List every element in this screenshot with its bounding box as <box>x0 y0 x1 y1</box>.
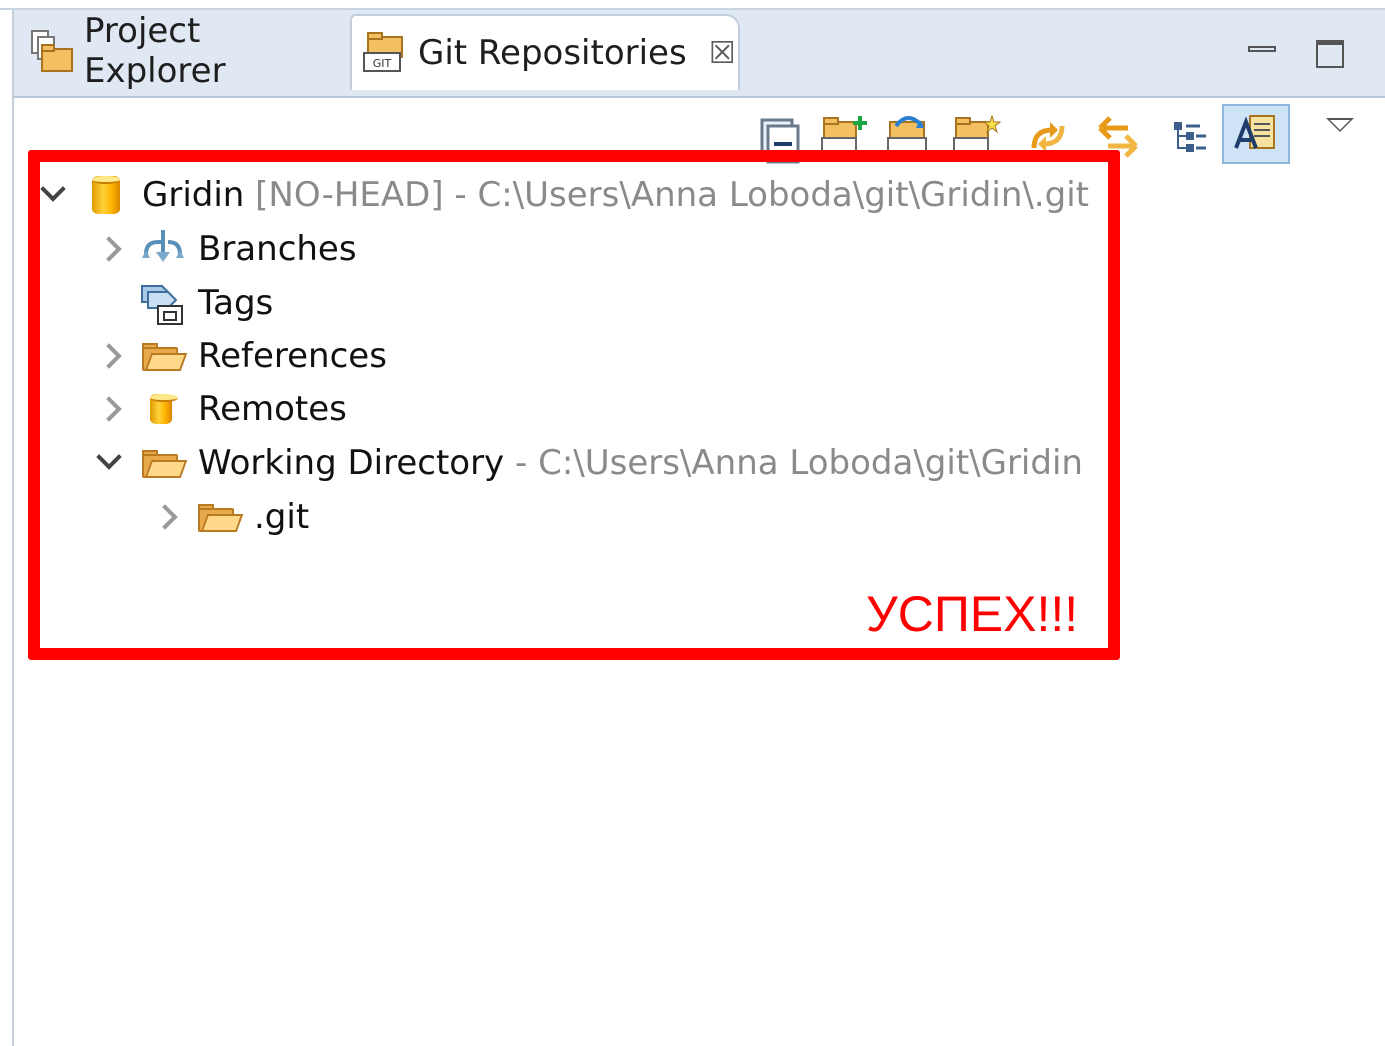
hierarchical-layout-icon[interactable] <box>1162 108 1218 164</box>
window-top-edge <box>0 0 1385 10</box>
repository-name: Gridin <box>142 175 245 215</box>
branches-label: Branches <box>198 229 357 269</box>
tree-row-repository[interactable]: Gridin [NO-HEAD] - C:\Users\Anna Loboda\… <box>38 170 1089 220</box>
git-badge-text: GIT <box>373 57 392 70</box>
maximize-icon[interactable] <box>1314 36 1348 70</box>
git-folder-label: .git <box>254 497 310 537</box>
tree-row-branches[interactable]: Branches <box>94 224 357 274</box>
branches-icon <box>138 224 188 274</box>
show-labels-icon[interactable] <box>1222 104 1290 164</box>
git-repositories-icon: GIT <box>362 31 410 75</box>
expand-arrow-icon[interactable] <box>94 331 124 381</box>
view-menu-icon[interactable] <box>1326 118 1354 132</box>
references-label: References <box>198 336 387 376</box>
working-directory-path: - C:\Users\Anna Loboda\git\Gridin <box>515 443 1083 483</box>
minimize-icon[interactable] <box>1246 36 1280 70</box>
tags-icon <box>138 278 188 328</box>
repository-path: - C:\Users\Anna Loboda\git\Gridin\.git <box>454 175 1089 215</box>
tab-git-repositories[interactable]: GIT Git Repositories ☒ <box>350 14 740 90</box>
tags-label: Tags <box>198 283 274 323</box>
no-arrow-spacer <box>94 278 124 328</box>
success-annotation: УСПЕХ!!! <box>866 586 1079 642</box>
view-frame-left <box>12 10 14 1046</box>
folder-icon <box>138 438 188 488</box>
tab-git-repositories-label: Git Repositories <box>418 33 687 73</box>
project-explorer-icon <box>28 29 76 73</box>
remotes-label: Remotes <box>198 389 347 429</box>
tree-row-git-folder[interactable]: .git <box>150 492 309 542</box>
tree-row-working-directory[interactable]: Working Directory - C:\Users\Anna Loboda… <box>94 438 1083 488</box>
tab-project-explorer[interactable]: Project Explorer <box>14 11 346 91</box>
remotes-icon <box>138 384 188 434</box>
tree-row-tags[interactable]: Tags <box>94 278 273 328</box>
folder-icon <box>138 331 188 381</box>
expand-arrow-icon[interactable] <box>94 224 124 274</box>
close-tab-icon[interactable]: ☒ <box>709 36 736 71</box>
tab-project-explorer-label: Project Explorer <box>84 11 226 91</box>
repository-state: [NO-HEAD] <box>255 175 444 215</box>
tree-row-remotes[interactable]: Remotes <box>94 384 347 434</box>
collapse-arrow-icon[interactable] <box>38 170 68 220</box>
repository-icon <box>82 170 132 220</box>
folder-icon <box>194 492 244 542</box>
expand-arrow-icon[interactable] <box>150 492 180 542</box>
expand-arrow-icon[interactable] <box>94 384 124 434</box>
collapse-arrow-icon[interactable] <box>94 438 124 488</box>
tree-row-references[interactable]: References <box>94 331 387 381</box>
working-directory-label: Working Directory <box>198 443 505 483</box>
